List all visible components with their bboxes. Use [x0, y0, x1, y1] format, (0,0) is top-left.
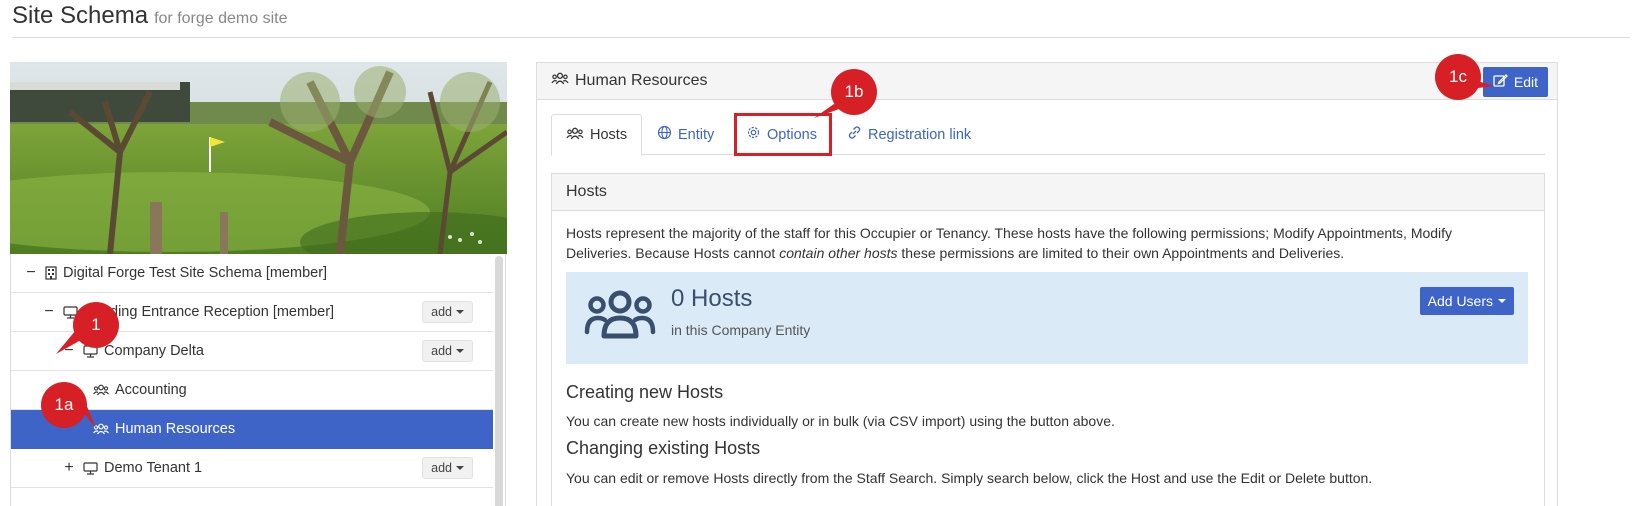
tree-item-label: ding Entrance Reception [member]	[110, 304, 335, 320]
hosts-heading: Hosts	[552, 174, 1544, 211]
entity-panel: Human Resources Edit Hosts Entity Option…	[536, 62, 1558, 506]
tree-item-label: Company Delta	[104, 343, 204, 359]
annotation-pointer-1b	[814, 104, 842, 118]
page-title: Site Schema for forge demo site	[12, 2, 287, 30]
tree-item-label: Accounting	[115, 382, 187, 398]
golf-course-image	[10, 62, 507, 254]
page-header: Site Schema for forge demo site	[12, 0, 1630, 38]
users-icon	[584, 288, 656, 345]
add-users-button[interactable]: Add Users	[1419, 287, 1514, 315]
collapse-toggle[interactable]: −	[43, 303, 55, 321]
add-dropdown-button[interactable]: add	[422, 301, 473, 323]
annotation-pointer-1c	[1474, 80, 1494, 88]
users-icon	[566, 127, 584, 144]
tree-item-site[interactable]: − Digital Forge Test Site Schema [member…	[11, 254, 493, 293]
creating-hosts-text: You can create new hosts individually or…	[566, 413, 1115, 429]
changing-hosts-title: Changing existing Hosts	[566, 438, 761, 458]
tab-label: Hosts	[590, 127, 628, 143]
tree-item-label: Demo Tenant 1	[104, 460, 203, 476]
tree-scrollbar[interactable]	[495, 256, 503, 506]
users-icon	[551, 72, 569, 90]
schema-tree: − Digital Forge Test Site Schema [member…	[10, 254, 506, 506]
hosts-description: Hosts represent the majority of the staf…	[566, 225, 1453, 261]
tab-registration-link[interactable]: Registration link	[833, 114, 985, 155]
site-photo	[10, 62, 507, 254]
tab-hosts[interactable]: Hosts	[551, 114, 643, 156]
tab-label: Registration link	[868, 126, 972, 143]
panel-title-text: Human Resources	[575, 72, 708, 89]
caret-down-icon	[456, 310, 464, 314]
annotation-pointer-1a	[78, 404, 96, 428]
tab-entity[interactable]: Entity	[643, 114, 728, 155]
annotation-pointer-1	[56, 330, 88, 354]
tree-item-demo-tenant[interactable]: + Demo Tenant 1 add	[11, 449, 493, 488]
caret-down-icon	[1498, 299, 1506, 303]
changing-hosts-text: You can edit or remove Hosts directly fr…	[566, 470, 1373, 486]
panel-heading: Human Resources Edit	[537, 63, 1557, 100]
hosts-panel: Hosts Hosts represent the majority of th…	[551, 173, 1545, 506]
building-icon	[45, 266, 57, 280]
collapse-toggle[interactable]: −	[25, 264, 37, 282]
expand-toggle[interactable]: +	[63, 459, 75, 477]
panel-title: Human Resources	[551, 72, 708, 90]
caret-down-icon	[456, 466, 464, 470]
page-subtitle: for forge demo site	[154, 10, 288, 27]
hosts-count: 0 Hosts	[671, 285, 753, 312]
tree-item-label: Human Resources	[115, 421, 236, 437]
edit-button-label: Edit	[1513, 74, 1538, 90]
link-icon	[847, 125, 862, 144]
globe-icon	[657, 125, 672, 144]
add-dropdown-button[interactable]: add	[422, 340, 473, 362]
tab-label: Entity	[678, 126, 715, 143]
caret-down-icon	[456, 349, 464, 353]
tree-item-label: Digital Forge Test Site Schema [member]	[63, 265, 328, 281]
page-title-text: Site Schema	[12, 2, 149, 29]
users-icon	[93, 384, 109, 396]
monitor-icon	[83, 461, 98, 475]
creating-hosts-title: Creating new Hosts	[566, 382, 724, 402]
entity-tabs: Hosts Entity Options Registration link	[551, 114, 1545, 156]
hosts-count-subtitle: in this Company Entity	[671, 322, 811, 338]
hosts-count-box: 0 Hosts in this Company Entity Add Users	[566, 272, 1528, 364]
add-dropdown-button[interactable]: add	[422, 457, 473, 479]
